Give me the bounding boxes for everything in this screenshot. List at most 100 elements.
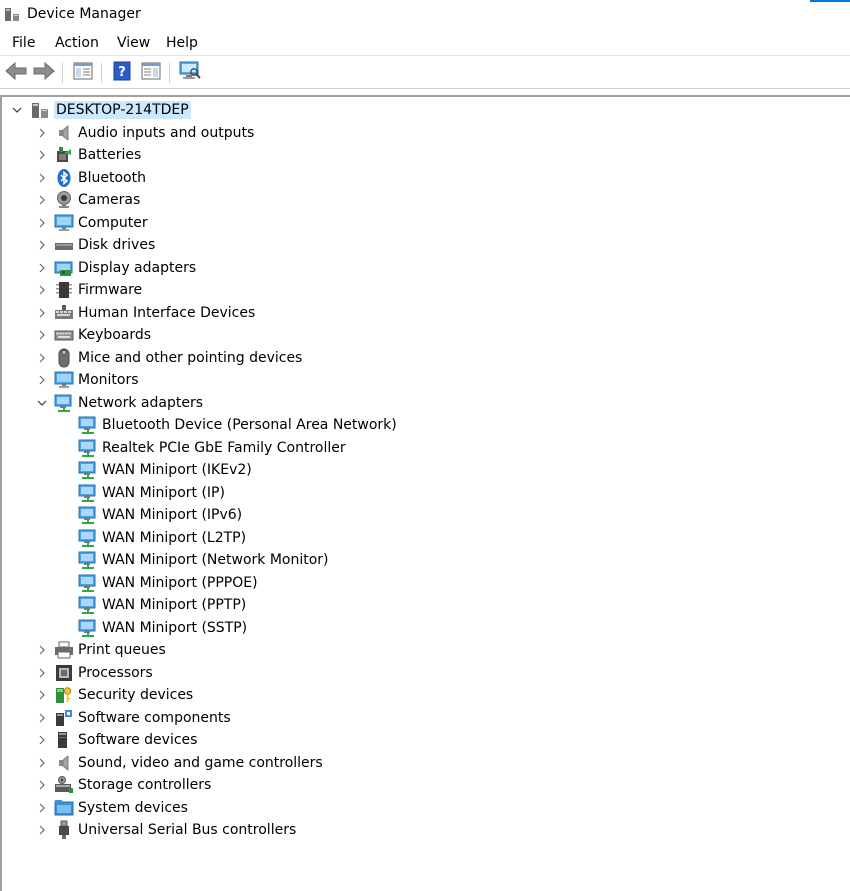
chevron-right-icon[interactable]	[37, 285, 47, 295]
mouse-icon	[54, 348, 74, 368]
scan-hardware-changes-button[interactable]	[178, 61, 202, 85]
menu-view[interactable]: View	[117, 35, 150, 51]
network-adapter-icon	[78, 438, 98, 458]
tree-item-software-devices[interactable]: Software devices	[39, 729, 198, 751]
chevron-right-icon[interactable]	[37, 150, 47, 160]
chevron-right-icon[interactable]	[37, 803, 47, 813]
tree-item-label: WAN Miniport (L2TP)	[102, 529, 247, 546]
tree-item-label: Software devices	[78, 732, 198, 748]
show-hide-console-tree-button[interactable]	[71, 61, 95, 85]
help-icon: ?	[113, 61, 131, 85]
back-button[interactable]	[4, 61, 28, 85]
tree-item-firmware[interactable]: Firmware	[39, 279, 142, 301]
tree-item-label: Audio inputs and outputs	[78, 124, 255, 141]
tree-device-wan-miniport-pppoe[interactable]: WAN Miniport (PPPOE)	[78, 572, 258, 594]
tree-device-wan-miniport-ipv6[interactable]: WAN Miniport (IPv6)	[78, 504, 242, 526]
display-adapter-icon	[54, 258, 74, 278]
tree-item-system-devices[interactable]: System devices	[39, 797, 188, 819]
menu-help[interactable]: Help	[166, 35, 198, 51]
tree-item-human-interface-devices[interactable]: Human Interface Devices	[39, 302, 255, 324]
tree-item-disk-drives[interactable]: Disk drives	[39, 234, 155, 256]
chevron-right-icon[interactable]	[37, 645, 47, 655]
tree-item-bluetooth[interactable]: Bluetooth	[39, 167, 146, 189]
tree-item-computer[interactable]: Computer	[39, 212, 148, 234]
device-tree: DESKTOP-214TDEP Audio inputs and outputs B…	[0, 95, 850, 891]
tree-item-display-adapters[interactable]: Display adapters	[39, 257, 196, 279]
tree-item-batteries[interactable]: Batteries	[39, 144, 141, 166]
chevron-right-icon[interactable]	[37, 668, 47, 678]
chevron-right-icon[interactable]	[37, 780, 47, 790]
storage-controller-icon	[54, 775, 74, 795]
tree-item-security-devices[interactable]: Security devices	[39, 684, 194, 706]
network-adapter-icon	[78, 415, 98, 435]
tree-item-audio-inputs-and-outputs[interactable]: Audio inputs and outputs	[39, 122, 255, 144]
tree-item-label: Monitors	[78, 372, 139, 388]
network-adapter-icon	[78, 595, 98, 615]
show-hide-action-pane-button[interactable]	[139, 61, 163, 85]
chevron-right-icon[interactable]	[37, 375, 47, 385]
chevron-right-icon[interactable]	[37, 173, 47, 183]
chevron-down-icon[interactable]	[12, 105, 22, 115]
network-adapter-icon	[78, 483, 98, 503]
tree-root-item[interactable]: DESKTOP-214TDEP	[12, 99, 191, 121]
chevron-right-icon[interactable]	[37, 735, 47, 745]
chevron-right-icon[interactable]	[37, 758, 47, 768]
chevron-right-icon[interactable]	[37, 240, 47, 250]
camera-icon	[54, 190, 74, 210]
chevron-right-icon[interactable]	[37, 713, 47, 723]
tree-item-processors[interactable]: Processors	[39, 662, 153, 684]
tree-item-label: System devices	[78, 799, 188, 816]
network-adapter-icon	[78, 528, 98, 548]
tree-item-label: WAN Miniport (PPTP)	[102, 597, 247, 613]
tree-item-label: Mice and other pointing devices	[78, 349, 303, 366]
tree-item-cameras[interactable]: Cameras	[39, 189, 140, 211]
usb-icon	[54, 820, 74, 840]
toolbar-separator	[169, 63, 170, 83]
tree-device-wan-miniport-pptp[interactable]: WAN Miniport (PPTP)	[78, 594, 246, 616]
network-adapter-icon	[78, 460, 98, 480]
tree-item-label: Computer	[78, 214, 148, 231]
chevron-right-icon[interactable]	[37, 128, 47, 138]
tree-item-sound-video-and-game-controllers[interactable]: Sound, video and game controllers	[39, 752, 323, 774]
tree-device-realtek-pcie-gbe-family-controller[interactable]: Realtek PCIe GbE Family Controller	[78, 437, 346, 459]
tree-item-mice-and-other-pointing-devices[interactable]: Mice and other pointing devices	[39, 347, 303, 369]
chevron-right-icon[interactable]	[37, 690, 47, 700]
tree-device-wan-miniport-sstp[interactable]: WAN Miniport (SSTP)	[78, 617, 247, 639]
chevron-down-icon[interactable]	[37, 398, 47, 408]
chevron-right-icon[interactable]	[37, 825, 47, 835]
tree-device-bluetooth-device-personal-area-network[interactable]: Bluetooth Device (Personal Area Network)	[78, 414, 397, 436]
tree-item-network-adapters[interactable]: Network adapters	[37, 392, 203, 414]
bluetooth-icon	[54, 168, 74, 188]
tree-item-label: WAN Miniport (SSTP)	[102, 619, 248, 636]
tree-item-print-queues[interactable]: Print queues	[39, 639, 166, 661]
chevron-right-icon[interactable]	[37, 353, 47, 363]
svg-text:?: ?	[118, 65, 126, 80]
tree-item-keyboards[interactable]: Keyboards	[39, 324, 152, 346]
disk-drive-icon	[54, 235, 74, 255]
help-button[interactable]: ?	[110, 61, 134, 85]
chevron-right-icon[interactable]	[37, 308, 47, 318]
tree-item-monitors[interactable]: Monitors	[39, 369, 139, 391]
tree-item-universal-serial-bus-controllers[interactable]: Universal Serial Bus controllers	[39, 819, 296, 841]
network-adapter-icon	[78, 573, 98, 593]
tree-device-wan-miniport-ikev2[interactable]: WAN Miniport (IKEv2)	[78, 459, 252, 481]
system-folder-icon	[54, 798, 74, 818]
chevron-right-icon[interactable]	[37, 218, 47, 228]
tree-device-wan-miniport-network-monitor[interactable]: WAN Miniport (Network Monitor)	[78, 549, 329, 571]
tree-item-label: WAN Miniport (IPv6)	[102, 507, 243, 523]
tree-device-wan-miniport-ip[interactable]: WAN Miniport (IP)	[78, 482, 225, 504]
tree-item-label: Security devices	[78, 687, 194, 703]
toolbar-separator	[62, 63, 63, 83]
menu-action[interactable]: Action	[55, 35, 99, 51]
chevron-right-icon[interactable]	[37, 330, 47, 340]
tree-device-wan-miniport-l2tp[interactable]: WAN Miniport (L2TP)	[78, 527, 246, 549]
tree-item-software-components[interactable]: Software components	[39, 707, 231, 729]
tree-item-label: Keyboards	[78, 327, 152, 343]
chevron-right-icon[interactable]	[37, 195, 47, 205]
menu-file[interactable]: File	[12, 35, 35, 51]
tree-item-label: WAN Miniport (IKEv2)	[102, 462, 252, 478]
tree-item-storage-controllers[interactable]: Storage controllers	[39, 774, 211, 796]
computer-tower-icon	[30, 100, 50, 120]
forward-button[interactable]	[32, 61, 56, 85]
chevron-right-icon[interactable]	[37, 263, 47, 273]
